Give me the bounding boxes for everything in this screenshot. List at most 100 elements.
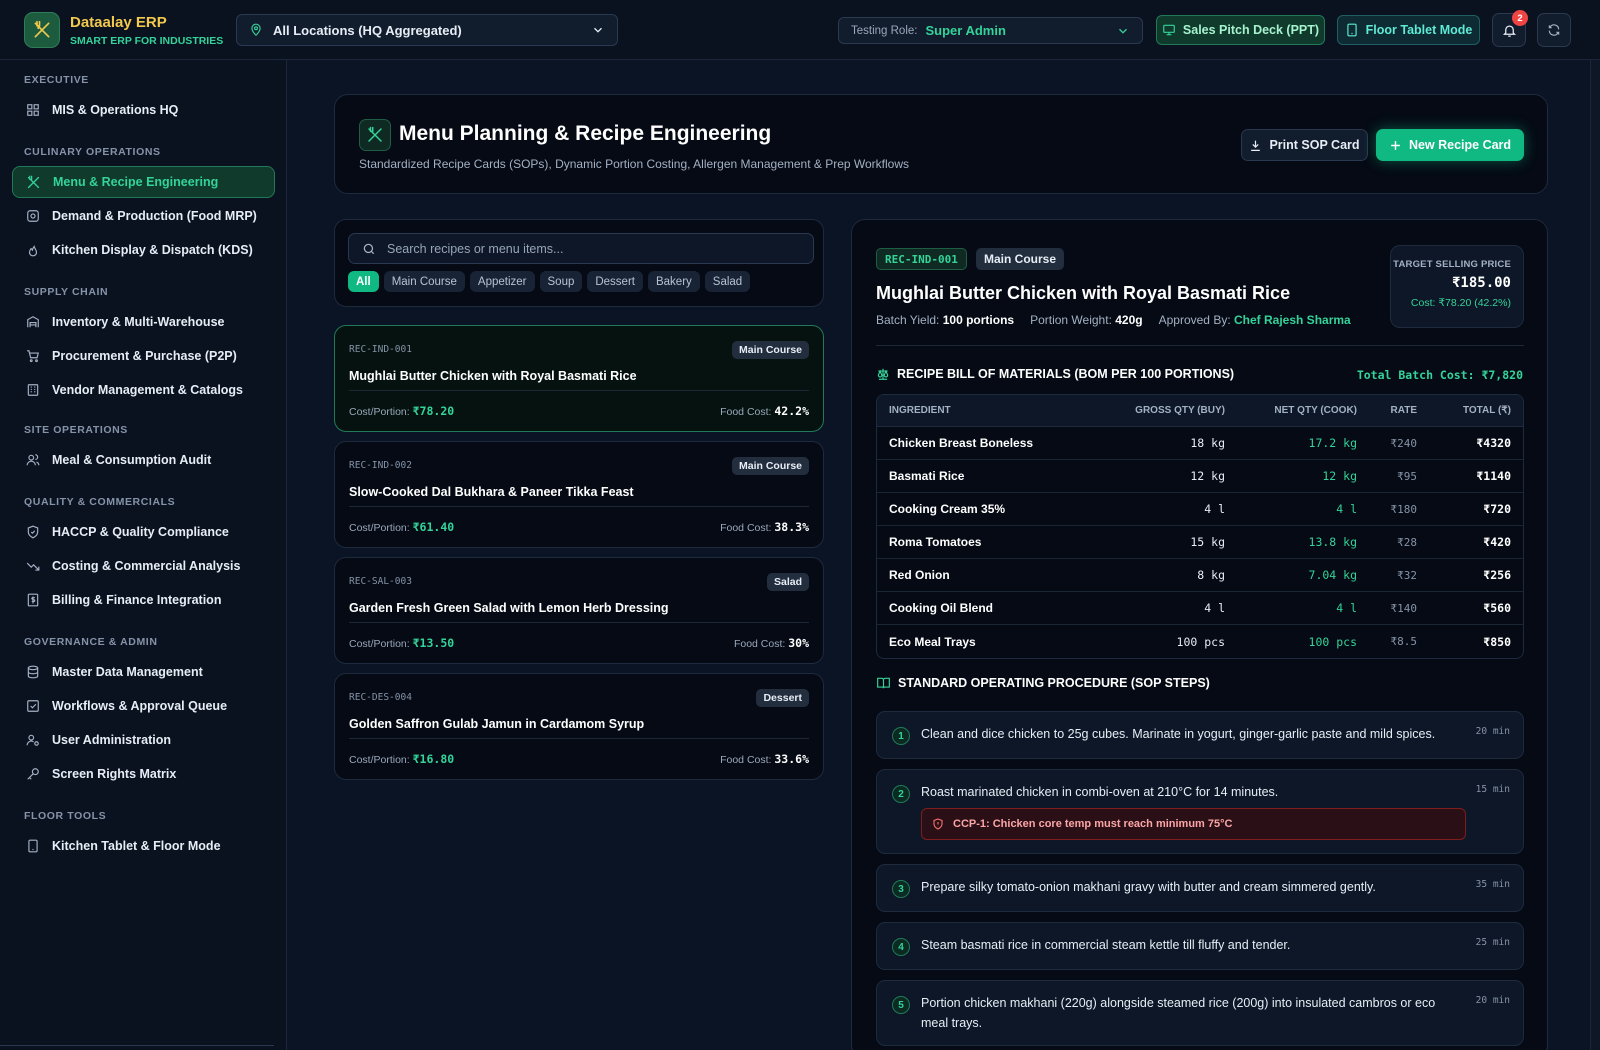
filter-chip-main-course[interactable]: Main Course xyxy=(383,271,465,292)
brand[interactable]: Dataalay ERP SMART ERP FOR INDUSTRIES xyxy=(24,12,223,48)
filter-chip-appetizer[interactable]: Appetizer xyxy=(469,271,535,292)
divider xyxy=(349,738,809,739)
table-row[interactable]: Cooking Cream 35% 4 l 4 l ₹180 ₹720 xyxy=(877,493,1523,526)
sidebar-item-billing[interactable]: Billing & Finance Integration xyxy=(12,584,275,616)
search-input[interactable] xyxy=(387,241,807,256)
recipe-card[interactable]: REC-IND-002 Main Course Slow-Cooked Dal … xyxy=(334,441,824,548)
sop-heading: STANDARD OPERATING PROCEDURE (SOP STEPS) xyxy=(876,676,1210,690)
net-qty-cell: 13.8 kg xyxy=(1308,535,1357,549)
sidebar-item-kds[interactable]: Kitchen Display & Dispatch (KDS) xyxy=(12,234,275,266)
location-select[interactable]: All Locations (HQ Aggregated) xyxy=(236,14,618,46)
column-header: NET QTY (COOK) xyxy=(1274,405,1357,416)
sop-step[interactable]: 4 Steam basmati rice in commercial steam… xyxy=(876,922,1524,970)
portion-weight: Portion Weight: 420g xyxy=(1030,313,1143,327)
sidebar-item-screen-rights[interactable]: Screen Rights Matrix xyxy=(12,758,275,790)
filter-chip-all[interactable]: All xyxy=(348,271,379,292)
table-row[interactable]: Eco Meal Trays 100 pcs 100 pcs ₹8.5 ₹850 xyxy=(877,625,1523,658)
table-row[interactable]: Chicken Breast Boneless 18 kg 17.2 kg ₹2… xyxy=(877,427,1523,460)
approved-by-label: Approved By: xyxy=(1158,313,1231,327)
floor-tablet-button[interactable]: Floor Tablet Mode xyxy=(1337,15,1480,45)
sidebar-item-label: Inventory & Multi-Warehouse xyxy=(52,315,225,329)
filter-chip-bakery[interactable]: Bakery xyxy=(647,271,700,292)
sidebar-item-procurement[interactable]: Procurement & Purchase (P2P) xyxy=(12,340,275,372)
sop-step[interactable]: 5 Portion chicken makhani (220g) alongsi… xyxy=(876,980,1524,1046)
gross-qty-cell: 12 kg xyxy=(1190,469,1225,483)
recipe-code: REC-SAL-003 xyxy=(349,576,412,587)
book-icon xyxy=(876,676,891,690)
filter-chip-soup[interactable]: Soup xyxy=(539,271,583,292)
app-name: Dataalay ERP xyxy=(70,13,167,31)
table-row[interactable]: Basmati Rice 12 kg 12 kg ₹95 ₹1140 xyxy=(877,460,1523,493)
user-cog-icon xyxy=(26,733,40,747)
building-icon xyxy=(26,383,40,397)
gross-qty-cell: 15 kg xyxy=(1190,535,1225,549)
sidebar-item-demand-production[interactable]: Demand & Production (Food MRP) xyxy=(12,200,275,232)
step-duration: 20 min xyxy=(1475,995,1510,1006)
monitor-icon xyxy=(1162,23,1176,37)
role-select[interactable]: Testing Role: Super Admin xyxy=(838,17,1143,44)
sidebar: EXECUTIVE MIS & Operations HQ CULINARY O… xyxy=(0,60,287,1050)
total-cell: ₹4320 xyxy=(1476,436,1511,450)
recipe-card[interactable]: REC-DES-004 Dessert Golden Saffron Gulab… xyxy=(334,673,824,780)
bom-table: INGREDIENT GROSS QTY (BUY) NET QTY (COOK… xyxy=(876,394,1524,659)
table-row[interactable]: Cooking Oil Blend 4 l 4 l ₹140 ₹560 xyxy=(877,592,1523,625)
sidebar-item-haccp[interactable]: HACCP & Quality Compliance xyxy=(12,516,275,548)
recipe-code: REC-IND-001 xyxy=(349,344,412,355)
new-recipe-button[interactable]: New Recipe Card xyxy=(1376,129,1524,161)
food-cost-label: Food Cost: xyxy=(720,754,772,766)
sidebar-section-title: FLOOR TOOLS xyxy=(24,810,107,822)
sidebar-item-user-admin[interactable]: User Administration xyxy=(12,724,275,756)
bom-heading: RECIPE BILL OF MATERIALS (BOM PER 100 PO… xyxy=(876,367,1234,381)
refresh-icon xyxy=(1547,23,1561,37)
plus-icon xyxy=(1389,139,1402,152)
batch-yield: Batch Yield: 100 portions xyxy=(876,313,1014,327)
sidebar-item-costing[interactable]: Costing & Commercial Analysis xyxy=(12,550,275,582)
sidebar-item-meal-audit[interactable]: Meal & Consumption Audit xyxy=(12,444,275,476)
sidebar-item-master-data[interactable]: Master Data Management xyxy=(12,656,275,688)
net-qty-cell: 17.2 kg xyxy=(1308,436,1357,450)
cost-value: ₹78.20 xyxy=(412,404,455,418)
sidebar-divider xyxy=(0,1045,274,1046)
filter-chip-salad[interactable]: Salad xyxy=(704,271,751,292)
table-row[interactable]: Red Onion 8 kg 7.04 kg ₹32 ₹256 xyxy=(877,559,1523,592)
sop-step[interactable]: 1 Clean and dice chicken to 25g cubes. M… xyxy=(876,711,1524,759)
search-box[interactable] xyxy=(348,233,814,264)
sop-step[interactable]: 2 Roast marinated chicken in combi-oven … xyxy=(876,769,1524,854)
page-scrollbar[interactable] xyxy=(1590,60,1600,1050)
recipe-card[interactable]: REC-SAL-003 Salad Garden Fresh Green Sal… xyxy=(334,557,824,664)
food-cost: Food Cost: 33.6% xyxy=(720,752,809,766)
cost-value: ₹16.80 xyxy=(412,752,455,766)
rate-cell: ₹28 xyxy=(1397,535,1417,549)
sidebar-item-workflows[interactable]: Workflows & Approval Queue xyxy=(12,690,275,722)
cog-icon xyxy=(26,209,40,223)
sidebar-item-vendor[interactable]: Vendor Management & Catalogs xyxy=(12,374,275,406)
filter-chip-dessert[interactable]: Dessert xyxy=(587,271,643,292)
sidebar-item-label: MIS & Operations HQ xyxy=(52,103,179,117)
ingredient-cell: Red Onion xyxy=(889,568,950,582)
print-sop-button[interactable]: Print SOP Card xyxy=(1241,129,1368,161)
sidebar-section-title: SUPPLY CHAIN xyxy=(24,286,109,298)
sidebar-item-mis[interactable]: MIS & Operations HQ xyxy=(12,94,275,126)
rate-cell: ₹8.5 xyxy=(1390,635,1418,648)
tablet-icon xyxy=(1345,23,1359,37)
category-badge: Salad xyxy=(766,573,809,591)
table-header: INGREDIENT GROSS QTY (BUY) NET QTY (COOK… xyxy=(877,395,1523,427)
ccp-warning: CCP-1: Chicken core temp must reach mini… xyxy=(921,808,1466,840)
approved-by-value: Chef Rajesh Sharma xyxy=(1234,313,1351,327)
sidebar-item-kitchen-tablet[interactable]: Kitchen Tablet & Floor Mode xyxy=(12,830,275,862)
utensils-logo-icon xyxy=(24,12,60,48)
notifications-button[interactable]: 2 xyxy=(1492,10,1528,47)
utensils-icon xyxy=(359,119,391,151)
sidebar-item-menu-recipe[interactable]: Menu & Recipe Engineering xyxy=(12,166,275,198)
sales-pitch-button[interactable]: Sales Pitch Deck (PPT) xyxy=(1156,15,1325,45)
sop-step[interactable]: 3 Prepare silky tomato-onion makhani gra… xyxy=(876,864,1524,912)
sidebar-item-inventory[interactable]: Inventory & Multi-Warehouse xyxy=(12,306,275,338)
sop-title: STANDARD OPERATING PROCEDURE (SOP STEPS) xyxy=(898,676,1210,690)
cost-label: Cost/Portion: xyxy=(349,406,410,418)
sidebar-item-label: HACCP & Quality Compliance xyxy=(52,525,229,539)
recipe-card[interactable]: REC-IND-001 Main Course Mughlai Butter C… xyxy=(334,325,824,432)
table-row[interactable]: Roma Tomatoes 15 kg 13.8 kg ₹28 ₹420 xyxy=(877,526,1523,559)
location-value: All Locations (HQ Aggregated) xyxy=(273,22,462,38)
refresh-button[interactable] xyxy=(1537,13,1571,47)
app-tagline: SMART ERP FOR INDUSTRIES xyxy=(70,34,224,47)
